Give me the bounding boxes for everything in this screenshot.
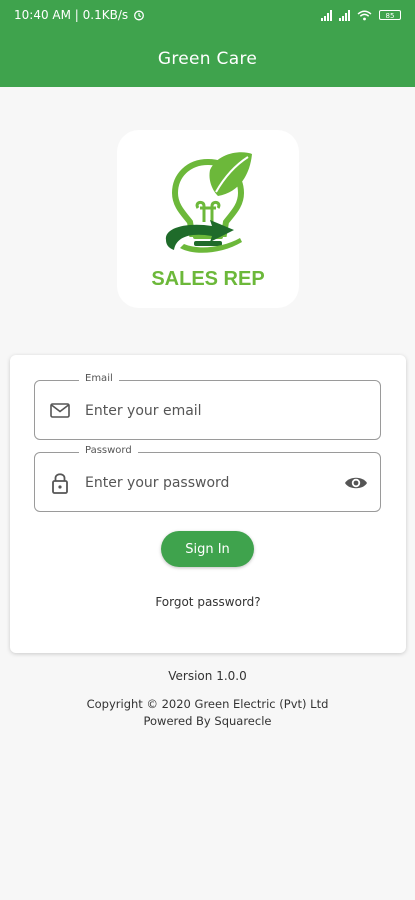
version-text: Version 1.0.0 [168, 669, 247, 683]
app-bar: Green Care [0, 30, 415, 87]
logo-card: SALES REP [117, 130, 299, 308]
eye-icon[interactable] [344, 472, 368, 494]
email-input[interactable] [85, 400, 335, 422]
signal-icon [321, 9, 332, 21]
wifi-icon [357, 10, 372, 20]
alarm-icon [134, 10, 145, 21]
password-field[interactable]: Password [34, 445, 381, 512]
status-left: 10:40 AM | 0.1KB/s [14, 8, 145, 22]
status-bar: 10:40 AM | 0.1KB/s 85 [0, 0, 415, 30]
sign-in-button[interactable]: Sign In [161, 531, 254, 567]
status-time: 10:40 AM | 0.1KB/s [14, 8, 129, 22]
battery-icon: 85 [379, 10, 401, 20]
lightbulb-leaf-icon [165, 152, 252, 253]
copyright-text: Copyright © 2020 Green Electric (Pvt) Lt… [86, 697, 329, 711]
login-form-card: Email Password Sign In Forgot password? [10, 355, 406, 653]
mail-icon [50, 403, 70, 418]
forgot-password-link[interactable]: Forgot password? [10, 595, 406, 609]
email-field[interactable]: Email [34, 373, 381, 440]
password-label: Password [79, 445, 138, 456]
status-right: 85 [321, 9, 401, 21]
email-label: Email [79, 373, 119, 384]
powered-by-text: Powered By Squarecle [143, 714, 272, 728]
app-title: Green Care [157, 48, 258, 69]
lock-icon [52, 473, 68, 494]
signal-icon [339, 9, 350, 21]
password-input[interactable] [85, 472, 335, 494]
logo-caption: SALES REP [151, 268, 265, 290]
